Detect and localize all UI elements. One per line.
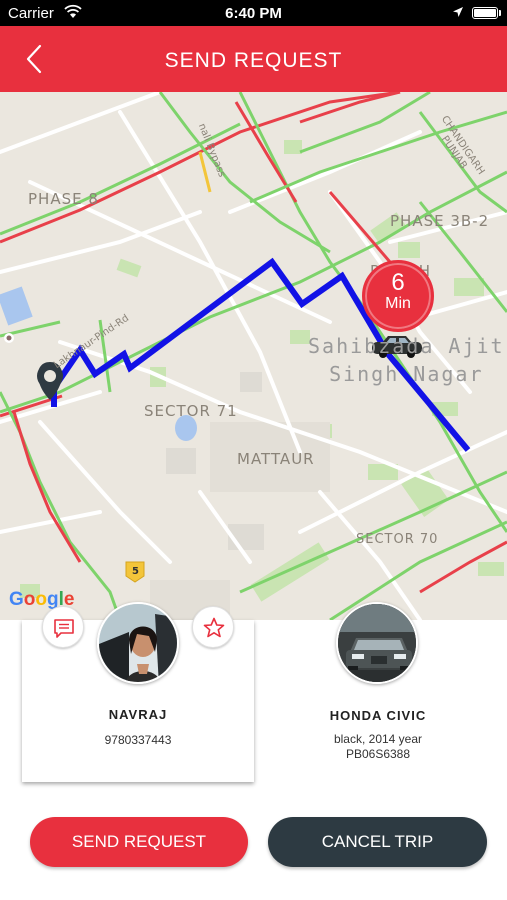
map-label-phase8: PHASE 8 xyxy=(28,190,99,208)
eta-bubble: 6 Min xyxy=(362,260,434,332)
app-screen: Carrier 6:40 PM SEND REQUEST PHASE 8 PHA… xyxy=(0,0,507,900)
driver-avatar xyxy=(97,602,179,684)
driver-name: NAVRAJ xyxy=(108,707,168,722)
map-view[interactable]: PHASE 8 PHASE 3B-2 P K-H SECTOR 71 MATTA… xyxy=(0,92,507,620)
map-label-sector70: SECTOR 70 xyxy=(356,532,439,547)
google-letter: G xyxy=(9,589,24,610)
header-bar: SEND REQUEST xyxy=(0,26,507,92)
location-arrow-icon xyxy=(453,7,463,17)
eta-unit: Min xyxy=(385,295,411,312)
clock: 6:40 PM xyxy=(225,5,282,22)
favorite-button[interactable] xyxy=(192,606,234,648)
cancel-trip-button[interactable]: CANCEL TRIP xyxy=(268,817,487,867)
driver-phone: 9780337443 xyxy=(104,733,172,747)
road-label-5: 5 xyxy=(132,566,139,577)
battery-icon xyxy=(472,7,498,19)
battery-tip xyxy=(499,10,501,16)
car-details: black, 2014 year xyxy=(333,732,423,746)
send-request-button[interactable]: SEND REQUEST xyxy=(30,817,248,867)
map-label-sector71: SECTOR 71 xyxy=(144,402,238,420)
city-line-2: Singh Nagar xyxy=(329,362,484,386)
eta-value: 6 xyxy=(391,269,405,296)
car-model: HONDA CIVIC xyxy=(329,708,427,723)
chat-button[interactable] xyxy=(42,606,84,648)
google-letter: o xyxy=(35,589,47,610)
map-label-mattaur: MATTAUR xyxy=(237,450,315,468)
google-letter: o xyxy=(23,589,36,610)
map-label-city: Sahibzada Ajit Singh Nagar xyxy=(308,332,505,388)
map-poi xyxy=(4,333,14,343)
star-icon xyxy=(203,617,225,638)
map-label-phase3b2: PHASE 3B-2 xyxy=(390,212,490,230)
city-line-1: Sahibzada Ajit xyxy=(308,334,505,358)
chat-icon xyxy=(54,619,74,638)
status-bar: Carrier 6:40 PM xyxy=(0,0,507,26)
car-plate: PB06S6388 xyxy=(345,747,411,761)
car-photo xyxy=(338,604,416,682)
car-avatar xyxy=(336,602,418,684)
page-title: SEND REQUEST xyxy=(164,49,343,72)
